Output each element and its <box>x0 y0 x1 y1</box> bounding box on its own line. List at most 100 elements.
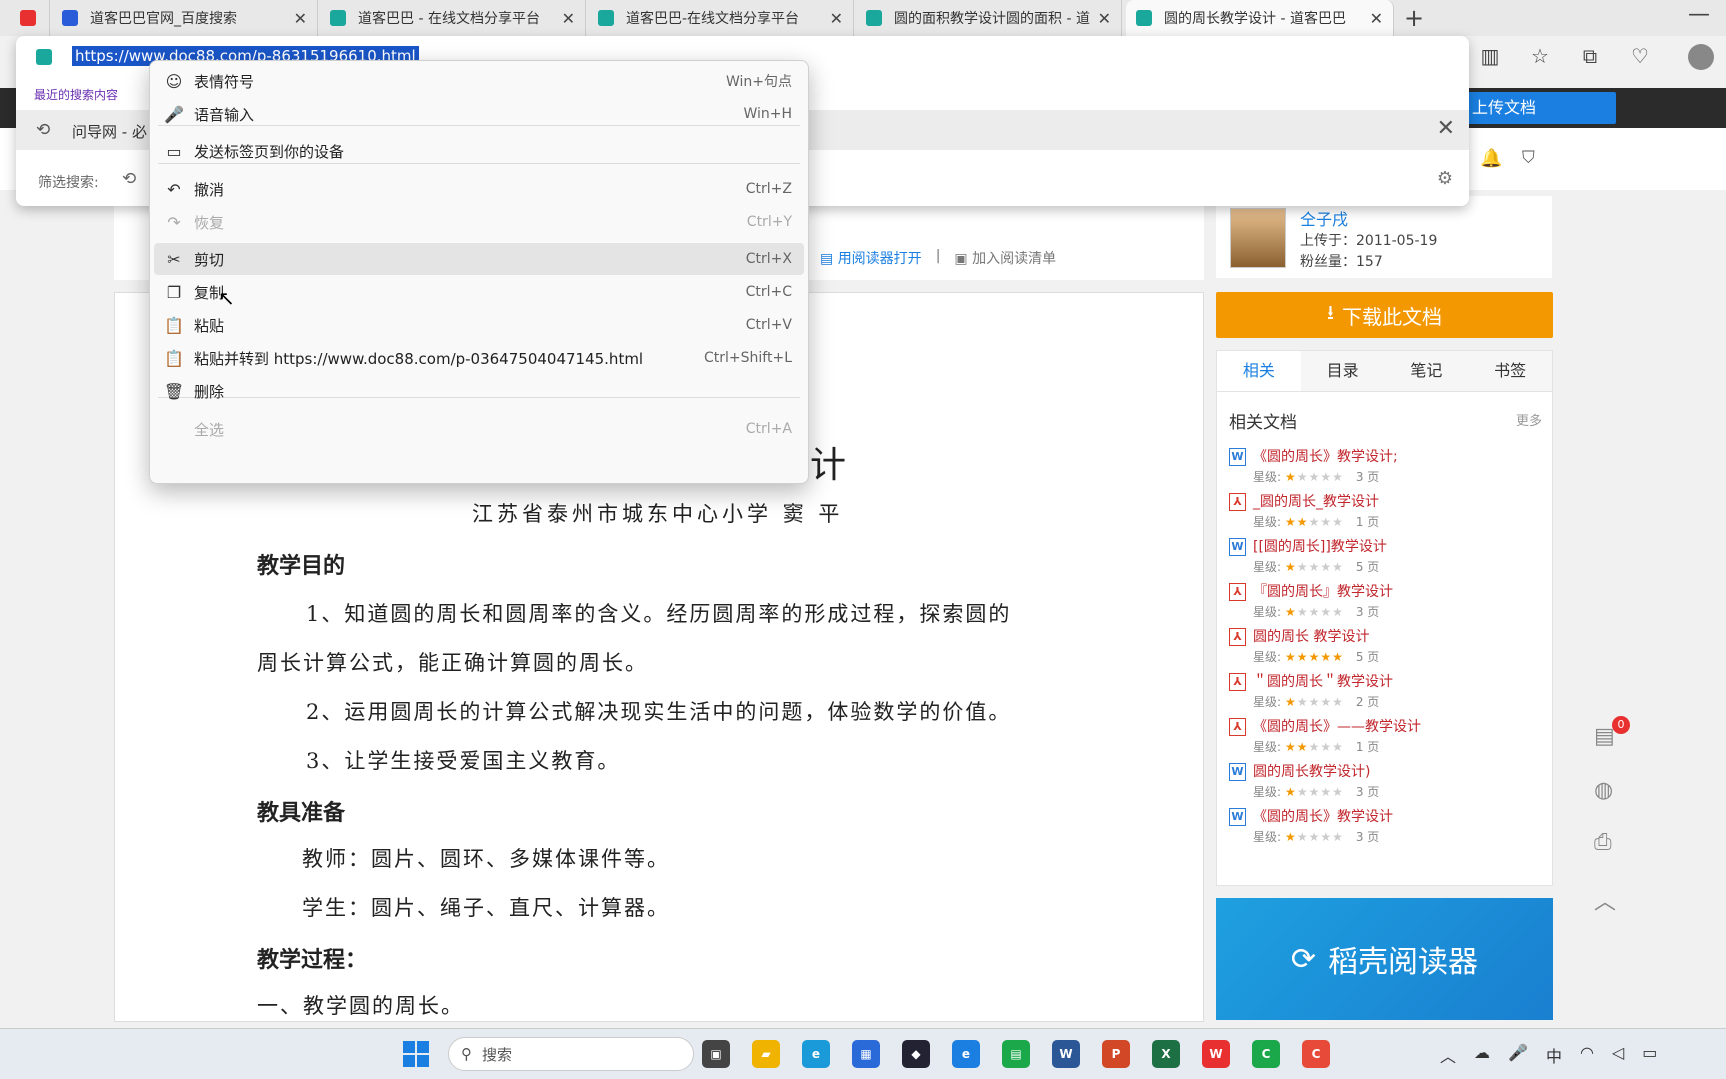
menu-item-copy[interactable]: ❐ 复制 Ctrl+C <box>154 276 804 308</box>
edge-icon[interactable]: e <box>802 1040 830 1068</box>
split-screen-icon[interactable]: ▥ <box>1478 44 1502 68</box>
tab-notes[interactable]: 笔记 <box>1385 351 1469 391</box>
close-icon[interactable]: ✕ <box>562 9 575 28</box>
back-to-top-icon[interactable]: ︿ <box>1594 884 1616 916</box>
app-cube-icon[interactable]: ◆ <box>902 1040 930 1068</box>
volume-icon[interactable]: ◁ <box>1612 1043 1624 1067</box>
related-doc-item[interactable]: W [[圆的周长]]教学设计 星级: ★★★★★ 5 页 <box>1229 536 1549 582</box>
add-reading-list-link[interactable]: ▣ 加入阅读清单 <box>954 248 1056 268</box>
green-c-icon[interactable]: C <box>1252 1040 1280 1068</box>
word-doc-icon: W <box>1229 538 1246 556</box>
related-doc-title[interactable]: 圆的周长教学设计) <box>1253 761 1370 781</box>
send-device-icon: ▭ <box>166 141 182 161</box>
menu-item-delete[interactable]: 🗑 删除 <box>154 375 804 407</box>
tab-doc88-2[interactable]: 道客巴巴-在线文档分享平台 ✕ <box>588 0 854 36</box>
minimize-icon[interactable]: — <box>1688 2 1710 27</box>
ie-icon[interactable]: e <box>952 1040 980 1068</box>
author-name[interactable]: 仝子戌 <box>1300 206 1348 230</box>
related-doc-meta: 星级: ★★★★★ 2 页 <box>1253 693 1379 710</box>
menu-item-paste[interactable]: 📋 粘贴 Ctrl+V <box>154 309 804 341</box>
green-app-icon[interactable]: ▤ <box>1002 1040 1030 1068</box>
related-doc-title[interactable]: 《圆的周长》教学设计 <box>1253 806 1393 826</box>
tab-related[interactable]: 相关 <box>1217 351 1301 391</box>
related-doc-item[interactable]: ⅄ 圆的周长 教学设计 星级: ★★★★★ 5 页 <box>1229 626 1549 672</box>
related-doc-title[interactable]: [[圆的周长]]教学设计 <box>1253 536 1387 556</box>
battery-icon[interactable]: ▭ <box>1642 1043 1657 1067</box>
favorites-icon[interactable]: ☆ <box>1528 44 1552 68</box>
store-icon[interactable]: ▦ <box>852 1040 880 1068</box>
menu-item-emoji[interactable]: ☺ 表情符号 Win+句点 <box>154 65 804 97</box>
close-icon[interactable]: ✕ <box>294 9 307 28</box>
microphone-icon[interactable]: 🎤 <box>1508 1043 1528 1067</box>
related-doc-title[interactable]: 圆的周长 教学设计 <box>1253 626 1369 646</box>
powerpoint-icon[interactable]: P <box>1102 1040 1130 1068</box>
related-doc-item[interactable]: ⅄ _圆的周长_教学设计 星级: ★★★★★ 1 页 <box>1229 491 1549 537</box>
doc-paragraph: 2、运用圆周长的计算公式解决现实生活中的问题，体验数学的价值。 <box>306 700 1012 724</box>
rating-label: 星级: <box>1253 605 1282 619</box>
page-count: 3 页 <box>1355 830 1380 844</box>
reader-banner[interactable]: ⟳ 稻壳阅读器 <box>1216 898 1553 1020</box>
chevron-up-icon[interactable]: ︿ <box>1440 1043 1456 1067</box>
related-doc-title[interactable]: 《圆的周长》教学设计; <box>1253 446 1398 466</box>
menu-item-undo[interactable]: ↶ 撤消 Ctrl+Z <box>154 173 804 205</box>
tab-circle-area[interactable]: 圆的面积教学设计圆的面积 - 道客 ✕ <box>856 0 1122 36</box>
close-icon[interactable]: ✕ <box>1370 9 1383 28</box>
bell-icon[interactable]: 🔔 <box>1480 148 1502 169</box>
wifi-icon[interactable]: ◠ <box>1580 1043 1594 1067</box>
related-doc-title[interactable]: _圆的周长_教学设计 <box>1253 491 1379 511</box>
tab-bookmarks[interactable]: 书签 <box>1468 351 1552 391</box>
related-doc-item[interactable]: W 圆的周长教学设计) 星级: ★★★★★ 3 页 <box>1229 761 1549 807</box>
tab-pinned[interactable] <box>10 0 50 36</box>
menu-item-paste-go[interactable]: 📋 粘贴并转到 https://www.doc88.com/p-036475040… <box>154 342 804 374</box>
gear-icon[interactable]: ⚙ <box>1437 168 1453 189</box>
related-doc-title[interactable]: ＂圆的周长＂教学设计 <box>1253 671 1393 691</box>
verified-icon[interactable]: ⛉ <box>1522 148 1535 168</box>
tab-circle-perimeter[interactable]: 圆的周长教学设计 - 道客巴巴 ✕ <box>1126 0 1394 36</box>
related-doc-item[interactable]: W 《圆的周长》教学设计; 星级: ★★★★★ 3 页 <box>1229 446 1549 492</box>
filter-label: 筛选搜索: <box>38 175 99 191</box>
star-rating: ★★★★★ <box>1285 560 1344 574</box>
tab-baidu[interactable]: 道客巴巴官网_百度搜索 ✕ <box>52 0 318 36</box>
file-explorer-icon[interactable]: ▰ <box>752 1040 780 1068</box>
new-tab-icon[interactable]: + <box>1404 4 1424 32</box>
avatar[interactable] <box>1230 208 1286 268</box>
start-button[interactable] <box>403 1041 429 1067</box>
upload-button[interactable]: 上传文档 <box>1462 92 1616 124</box>
close-icon[interactable]: ✕ <box>1098 9 1111 28</box>
wps-icon[interactable]: W <box>1202 1040 1230 1068</box>
menu-item-cut[interactable]: ✂ 剪切 Ctrl+X <box>154 243 804 275</box>
taskbar-search[interactable]: ⚲ 搜索 <box>448 1037 694 1071</box>
taskbar: ⚲ 搜索 ▣ ▰ e ▦ ◆ e ▤ W P X W C C ︿ ☁ 🎤 中 ◠… <box>0 1028 1726 1079</box>
print-icon[interactable]: ⎙ <box>1594 830 1612 855</box>
tab-toc[interactable]: 目录 <box>1301 351 1385 391</box>
related-doc-item[interactable]: ⅄ 『圆的周长』教学设计 星级: ★★★★★ 3 页 <box>1229 581 1549 627</box>
ime-indicator[interactable]: 中 <box>1546 1043 1562 1067</box>
word-icon[interactable]: W <box>1052 1040 1080 1068</box>
tab-doc88-1[interactable]: 道客巴巴 - 在线文档分享平台 ✕ <box>320 0 586 36</box>
related-doc-item[interactable]: W 《圆的周长》教学设计 星级: ★★★★★ 3 页 <box>1229 806 1549 852</box>
open-reader-link[interactable]: ▤ 用阅读器打开 <box>820 248 922 268</box>
menu-item-label: 语音输入 <box>194 105 255 124</box>
related-doc-item[interactable]: ⅄ ＂圆的周长＂教学设计 星级: ★★★★★ 2 页 <box>1229 671 1549 717</box>
pdf-doc-icon: ⅄ <box>1229 718 1246 736</box>
related-doc-title[interactable]: 『圆的周长』教学设计 <box>1253 581 1393 601</box>
red-c-icon[interactable]: C <box>1302 1040 1330 1068</box>
collections-icon[interactable]: ⧉ <box>1578 44 1602 68</box>
related-doc-item[interactable]: ⅄ 《圆的周长》——教学设计 星级: ★★★★★ 1 页 <box>1229 716 1549 762</box>
profile-avatar[interactable] <box>1688 44 1714 70</box>
download-button[interactable]: ⭳ 下载此文档 <box>1216 292 1553 338</box>
task-view-icon[interactable]: ▣ <box>702 1040 730 1068</box>
cloud-icon[interactable]: ☁ <box>1474 1043 1490 1067</box>
more-link[interactable]: 更多 <box>1516 410 1542 429</box>
star-rating: ★★★★★ <box>1285 785 1344 799</box>
wechat-icon[interactable]: ◍ <box>1594 778 1613 803</box>
menu-item-voice-input[interactable]: 🎤 语音输入 Win+H <box>154 98 804 130</box>
menu-item-shortcut: Ctrl+Z <box>745 181 792 197</box>
close-icon[interactable]: ✕ <box>830 9 843 28</box>
related-doc-title[interactable]: 《圆的周长》——教学设计 <box>1253 716 1421 736</box>
remove-icon[interactable]: ✕ <box>1437 116 1455 141</box>
history-filter-icon[interactable]: ⟲ <box>122 169 136 189</box>
browser-essentials-icon[interactable]: ♡ <box>1628 44 1652 68</box>
excel-icon[interactable]: X <box>1152 1040 1180 1068</box>
menu-item-send-tab[interactable]: ▭ 发送标签页到你的设备 <box>154 135 804 167</box>
